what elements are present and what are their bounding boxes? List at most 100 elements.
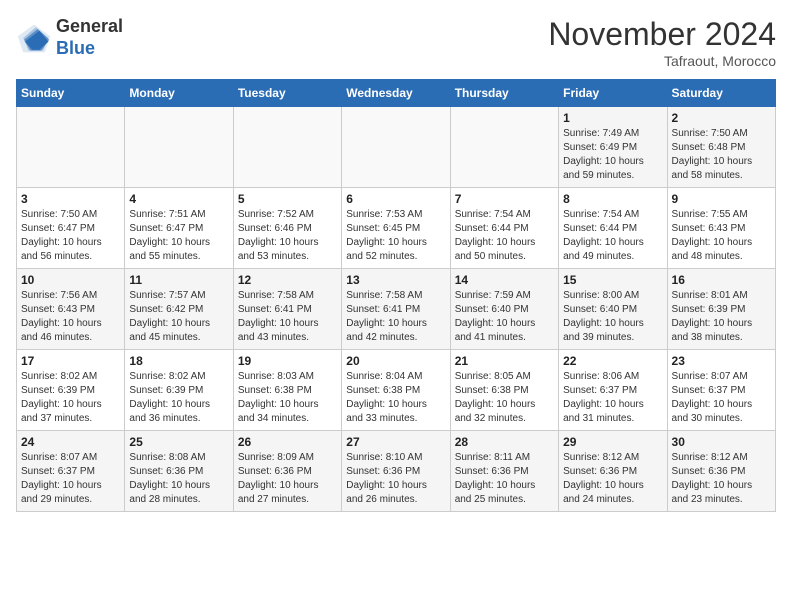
calendar-cell: [125, 107, 233, 188]
day-info: Sunrise: 8:02 AMSunset: 6:39 PMDaylight:…: [129, 370, 228, 426]
day-info: Sunrise: 8:07 AMSunset: 6:37 PMDaylight:…: [672, 370, 771, 426]
day-number: 12: [238, 273, 337, 287]
day-number: 4: [129, 192, 228, 206]
day-info: Sunrise: 7:55 AMSunset: 6:43 PMDaylight:…: [672, 208, 771, 264]
calendar-cell: 6 Sunrise: 7:53 AMSunset: 6:45 PMDaylight…: [342, 188, 450, 269]
weekday-header: Friday: [559, 80, 667, 107]
day-number: 10: [21, 273, 120, 287]
day-info: Sunrise: 7:54 AMSunset: 6:44 PMDaylight:…: [455, 208, 554, 264]
day-info: Sunrise: 7:58 AMSunset: 6:41 PMDaylight:…: [238, 289, 337, 345]
calendar-cell: 10 Sunrise: 7:56 AMSunset: 6:43 PMDayligh…: [17, 269, 125, 350]
calendar-cell: 2 Sunrise: 7:50 AMSunset: 6:48 PMDaylight…: [667, 107, 775, 188]
weekday-header: Sunday: [17, 80, 125, 107]
calendar-table: SundayMondayTuesdayWednesdayThursdayFrid…: [16, 79, 776, 512]
weekday-header: Wednesday: [342, 80, 450, 107]
weekday-header: Thursday: [450, 80, 558, 107]
page-header: General Blue November 2024 Tafraout, Mor…: [16, 16, 776, 69]
weekday-header: Tuesday: [233, 80, 341, 107]
month-title: November 2024: [548, 16, 776, 53]
calendar-cell: 8Sunrise: 7:54 AMSunset: 6:44 PMDaylight…: [559, 188, 667, 269]
day-info: Sunrise: 8:08 AMSunset: 6:36 PMDaylight:…: [129, 451, 228, 507]
logo: General Blue: [16, 16, 123, 59]
calendar-cell: 22 Sunrise: 8:06 AMSunset: 6:37 PMDayligh…: [559, 350, 667, 431]
calendar-cell: 12 Sunrise: 7:58 AMSunset: 6:41 PMDayligh…: [233, 269, 341, 350]
calendar-cell: 29 Sunrise: 8:12 AMSunset: 6:36 PMDayligh…: [559, 431, 667, 512]
day-number: 2: [672, 111, 771, 125]
day-info: Sunrise: 7:57 AMSunset: 6:42 PMDaylight:…: [129, 289, 228, 345]
day-info: Sunrise: 8:04 AMSunset: 6:38 PMDaylight:…: [346, 370, 445, 426]
day-number: 13: [346, 273, 445, 287]
calendar-cell: 27Sunrise: 8:10 AMSunset: 6:36 PMDayligh…: [342, 431, 450, 512]
day-info: Sunrise: 8:06 AMSunset: 6:37 PMDaylight:…: [563, 370, 662, 426]
day-number: 16: [672, 273, 771, 287]
calendar-cell: 28 Sunrise: 8:11 AMSunset: 6:36 PMDayligh…: [450, 431, 558, 512]
day-info: Sunrise: 7:56 AMSunset: 6:43 PMDaylight:…: [21, 289, 120, 345]
day-number: 18: [129, 354, 228, 368]
day-number: 15: [563, 273, 662, 287]
day-number: 22: [563, 354, 662, 368]
calendar-cell: 25 Sunrise: 8:08 AMSunset: 6:36 PMDayligh…: [125, 431, 233, 512]
calendar-cell: [233, 107, 341, 188]
day-number: 7: [455, 192, 554, 206]
weekday-header: Saturday: [667, 80, 775, 107]
calendar-cell: 15 Sunrise: 8:00 AMSunset: 6:40 PMDayligh…: [559, 269, 667, 350]
location-subtitle: Tafraout, Morocco: [548, 53, 776, 69]
day-info: Sunrise: 7:58 AMSunset: 6:41 PMDaylight:…: [346, 289, 445, 345]
day-number: 17: [21, 354, 120, 368]
calendar-week-row: 10 Sunrise: 7:56 AMSunset: 6:43 PMDayligh…: [17, 269, 776, 350]
day-number: 5: [238, 192, 337, 206]
calendar-cell: 13 Sunrise: 7:58 AMSunset: 6:41 PMDayligh…: [342, 269, 450, 350]
calendar-week-row: 24Sunrise: 8:07 AMSunset: 6:37 PMDayligh…: [17, 431, 776, 512]
day-number: 9: [672, 192, 771, 206]
day-number: 3: [21, 192, 120, 206]
day-info: Sunrise: 8:09 AMSunset: 6:36 PMDaylight:…: [238, 451, 337, 507]
calendar-cell: 24Sunrise: 8:07 AMSunset: 6:37 PMDayligh…: [17, 431, 125, 512]
day-number: 23: [672, 354, 771, 368]
day-info: Sunrise: 7:50 AMSunset: 6:48 PMDaylight:…: [672, 127, 771, 183]
day-number: 21: [455, 354, 554, 368]
day-info: Sunrise: 8:03 AMSunset: 6:38 PMDaylight:…: [238, 370, 337, 426]
day-info: Sunrise: 8:11 AMSunset: 6:36 PMDaylight:…: [455, 451, 554, 507]
calendar-header-row: SundayMondayTuesdayWednesdayThursdayFrid…: [17, 80, 776, 107]
calendar-cell: 5 Sunrise: 7:52 AMSunset: 6:46 PMDaylight…: [233, 188, 341, 269]
logo-blue: Blue: [56, 38, 123, 60]
day-number: 6: [346, 192, 445, 206]
logo-text: General Blue: [56, 16, 123, 59]
day-info: Sunrise: 7:53 AMSunset: 6:45 PMDaylight:…: [346, 208, 445, 264]
day-info: Sunrise: 7:59 AMSunset: 6:40 PMDaylight:…: [455, 289, 554, 345]
calendar-cell: [17, 107, 125, 188]
calendar-cell: [342, 107, 450, 188]
day-number: 27: [346, 435, 445, 449]
calendar-cell: 19 Sunrise: 8:03 AMSunset: 6:38 PMDayligh…: [233, 350, 341, 431]
day-info: Sunrise: 7:51 AMSunset: 6:47 PMDaylight:…: [129, 208, 228, 264]
day-info: Sunrise: 8:05 AMSunset: 6:38 PMDaylight:…: [455, 370, 554, 426]
calendar-cell: 9 Sunrise: 7:55 AMSunset: 6:43 PMDaylight…: [667, 188, 775, 269]
calendar-cell: 4 Sunrise: 7:51 AMSunset: 6:47 PMDaylight…: [125, 188, 233, 269]
calendar-cell: [450, 107, 558, 188]
calendar-cell: 18 Sunrise: 8:02 AMSunset: 6:39 PMDayligh…: [125, 350, 233, 431]
day-info: Sunrise: 8:07 AMSunset: 6:37 PMDaylight:…: [21, 451, 120, 507]
day-number: 29: [563, 435, 662, 449]
day-number: 20: [346, 354, 445, 368]
calendar-cell: 23 Sunrise: 8:07 AMSunset: 6:37 PMDayligh…: [667, 350, 775, 431]
day-number: 1: [563, 111, 662, 125]
day-info: Sunrise: 8:01 AMSunset: 6:39 PMDaylight:…: [672, 289, 771, 345]
calendar-week-row: 17 Sunrise: 8:02 AMSunset: 6:39 PMDayligh…: [17, 350, 776, 431]
day-info: Sunrise: 7:50 AMSunset: 6:47 PMDaylight:…: [21, 208, 120, 264]
calendar-week-row: 1 Sunrise: 7:49 AMSunset: 6:49 PMDaylight…: [17, 107, 776, 188]
day-number: 19: [238, 354, 337, 368]
calendar-cell: 7 Sunrise: 7:54 AMSunset: 6:44 PMDaylight…: [450, 188, 558, 269]
day-number: 25: [129, 435, 228, 449]
day-info: Sunrise: 7:54 AMSunset: 6:44 PMDaylight:…: [563, 208, 662, 264]
calendar-cell: 3 Sunrise: 7:50 AMSunset: 6:47 PMDaylight…: [17, 188, 125, 269]
day-info: Sunrise: 7:52 AMSunset: 6:46 PMDaylight:…: [238, 208, 337, 264]
day-info: Sunrise: 8:12 AMSunset: 6:36 PMDaylight:…: [563, 451, 662, 507]
logo-general: General: [56, 16, 123, 38]
day-info: Sunrise: 8:00 AMSunset: 6:40 PMDaylight:…: [563, 289, 662, 345]
weekday-header: Monday: [125, 80, 233, 107]
calendar-cell: 26Sunrise: 8:09 AMSunset: 6:36 PMDayligh…: [233, 431, 341, 512]
day-number: 28: [455, 435, 554, 449]
day-info: Sunrise: 7:49 AMSunset: 6:49 PMDaylight:…: [563, 127, 662, 183]
logo-icon: [16, 20, 52, 56]
calendar-cell: 21 Sunrise: 8:05 AMSunset: 6:38 PMDayligh…: [450, 350, 558, 431]
